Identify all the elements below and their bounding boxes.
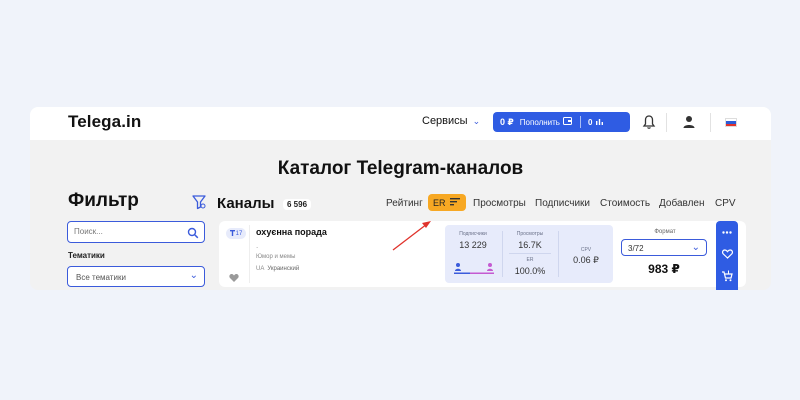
header-divider xyxy=(710,113,711,132)
wallet-icon xyxy=(562,117,572,127)
sort-subscribers[interactable]: Подписчики xyxy=(535,198,590,209)
page-title: Каталог Telegram-каналов xyxy=(277,158,524,179)
sort-er-label: ER xyxy=(433,197,446,208)
services-menu[interactable]: Сервисы ⌄ xyxy=(422,115,480,127)
subscribers-label: Подписчики xyxy=(459,231,487,237)
card-actions xyxy=(716,221,738,290)
format-select[interactable]: 3/72 ⌄ xyxy=(621,239,707,256)
price-value: 983 ₽ xyxy=(648,262,680,276)
divider xyxy=(249,225,250,283)
reset-filter-icon[interactable] xyxy=(192,194,206,210)
topics-select[interactable]: Все тематики ⌄ xyxy=(67,266,205,287)
more-icon[interactable] xyxy=(716,223,738,241)
topup-button[interactable]: 0 ₽ Пополнить 0 xyxy=(493,112,630,132)
search-field[interactable] xyxy=(67,221,205,243)
views-value: 16.7K xyxy=(518,240,542,250)
topics-label: Тематики xyxy=(68,251,105,260)
chevron-down-icon: ⌄ xyxy=(472,115,481,126)
channel-category: Юмор и мемы xyxy=(256,254,296,260)
add-to-cart-icon[interactable] xyxy=(716,267,738,285)
channels-count-badge: 6 596 xyxy=(283,199,312,210)
sort-added[interactable]: Добавлен xyxy=(659,198,705,209)
rank-badge: 17 xyxy=(226,228,246,239)
sort-er[interactable]: ER xyxy=(428,194,466,211)
top-header: Telega.in Сервисы ⌄ 0 ₽ Пополнить 0 xyxy=(30,107,771,140)
search-input[interactable] xyxy=(74,227,184,236)
header-divider xyxy=(666,113,667,132)
stats-panel: Подписчики 13 229 Просмотры 16.7K ER 100… xyxy=(445,225,613,283)
subscribers-value: 13 229 xyxy=(459,240,487,250)
er-label: ER xyxy=(526,257,534,263)
subscribers-chart-icon[interactable] xyxy=(453,261,495,275)
sort-cpv[interactable]: CPV xyxy=(715,198,736,209)
logo[interactable]: Telega.in xyxy=(68,112,141,132)
format-value: 3/72 xyxy=(628,244,644,253)
views-label: Просмотры xyxy=(516,231,544,237)
chevron-down-icon: ⌄ xyxy=(691,242,700,253)
rank-icon xyxy=(229,229,235,238)
channel-description: . xyxy=(256,241,259,250)
balance-value: 0 ₽ xyxy=(500,116,514,127)
channel-language: UA Украинский xyxy=(256,266,299,272)
sort-desc-icon xyxy=(449,197,460,208)
divider xyxy=(509,253,551,254)
user-icon[interactable] xyxy=(682,114,696,130)
sort-rating[interactable]: Рейтинг xyxy=(386,198,423,209)
favorite-icon[interactable] xyxy=(229,270,239,282)
er-value: 100.0% xyxy=(514,266,546,276)
sort-views[interactable]: Просмотры xyxy=(473,198,526,209)
language-name: Украинский xyxy=(267,266,300,272)
catalog-screen: Telega.in Сервисы ⌄ 0 ₽ Пополнить 0 Ката… xyxy=(30,107,771,290)
topup-label: Пополнить xyxy=(519,117,560,127)
heart-icon[interactable] xyxy=(716,245,738,263)
divider xyxy=(558,231,559,277)
chevron-down-icon: ⌄ xyxy=(189,270,198,281)
format-label: Формат xyxy=(654,229,676,235)
channel-name[interactable]: охуєнна порада xyxy=(256,227,327,237)
filter-title: Фильтр xyxy=(68,190,139,211)
language-code: UA xyxy=(256,266,265,272)
channels-title: Каналы xyxy=(217,195,275,212)
counter-value: 0 xyxy=(587,117,593,127)
sort-cost[interactable]: Стоимость xyxy=(600,198,650,209)
cpv-value: 0.06 ₽ xyxy=(573,255,599,265)
divider xyxy=(579,116,581,128)
stats-icon xyxy=(596,118,604,127)
bell-icon[interactable] xyxy=(642,114,656,130)
topics-value: Все тематики xyxy=(76,273,126,282)
search-icon[interactable] xyxy=(187,226,199,239)
rank-value: 17 xyxy=(235,230,243,237)
services-label: Сервисы xyxy=(422,115,468,127)
russian-flag-icon[interactable] xyxy=(725,118,737,127)
cpv-label: CPV xyxy=(580,247,592,253)
channel-card[interactable]: 17 охуєнна порада . Юмор и мемы UA Украин… xyxy=(219,221,746,287)
